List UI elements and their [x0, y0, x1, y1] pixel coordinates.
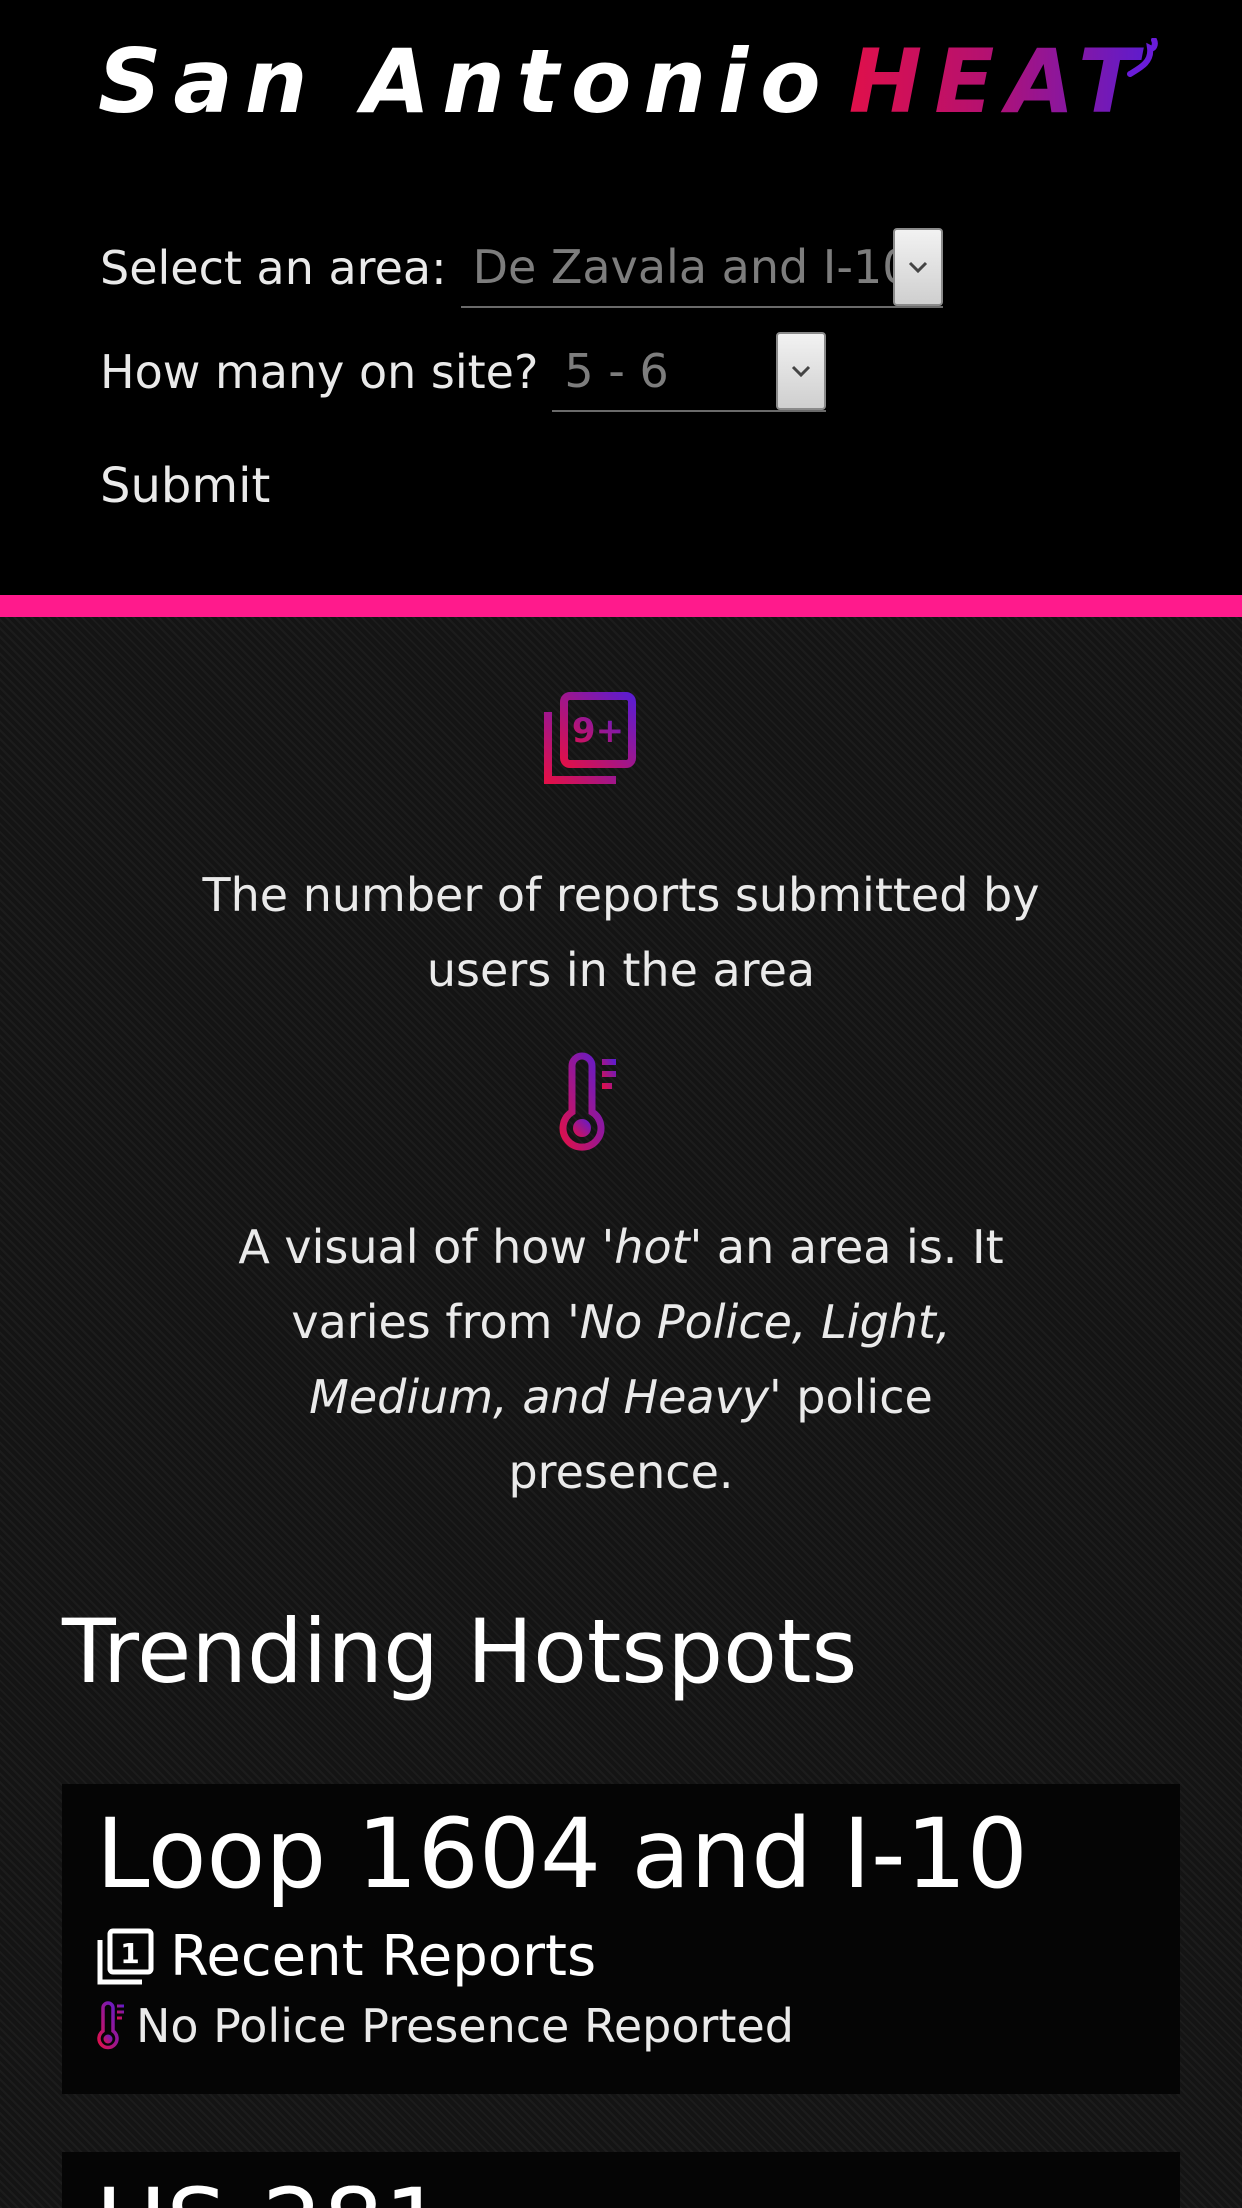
count-select-value: 5 - 6 [564, 344, 669, 398]
hotspot-reports: 1 Recent Reports [96, 1924, 1180, 1989]
hotspot-name: US-281 [96, 2166, 1180, 2208]
count-label: How many on site? [100, 345, 539, 399]
hotspot-status: No Police Presence Reported [96, 1999, 1180, 2053]
brand-city: San Antonio [98, 30, 833, 133]
thermometer-icon [559, 1052, 616, 1151]
area-row: Select an area: De Zavala and I-10 [100, 228, 943, 308]
brand-heat: HEAT [848, 30, 1151, 133]
heat-legend-text: A visual of how 'hot' an area is. It var… [200, 1210, 1042, 1510]
svg-text:9+: 9+ [572, 711, 624, 751]
hotspot-card[interactable]: Loop 1604 and I-10 1 Recent Reports No P… [62, 1784, 1180, 2094]
reports-count: 1 [120, 1937, 139, 1970]
hotspot-name: Loop 1604 and I-10 [96, 1798, 1028, 1910]
hotspot-card[interactable]: US-281 [62, 2152, 1180, 2208]
area-select[interactable]: De Zavala and I-10 [460, 228, 943, 308]
thermometer-icon [97, 2001, 124, 2050]
count-row: How many on site? 5 - 6 [100, 332, 827, 412]
app-header: San Antonio HEAT Select an area: De Zaval… [0, 0, 1242, 595]
reports-legend-text: The number of reports submitted by users… [202, 868, 1040, 997]
hotspot-status-text: No Police Presence Reported [136, 1999, 794, 2053]
heat-legend-part: A visual of how [238, 1220, 602, 1274]
heat-legend-hot: 'hot' [601, 1220, 703, 1274]
submit-button[interactable]: Submit [100, 458, 270, 514]
reports-9plus-icon: 9+ [544, 692, 636, 784]
accent-divider [0, 595, 1242, 617]
brand-logo: San Antonio HEAT [98, 30, 1158, 140]
reports-count-icon: 1 [97, 1928, 154, 1984]
chevron-down-icon[interactable] [892, 228, 943, 306]
flame-tail-icon [1127, 38, 1158, 77]
area-select-value: De Zavala and I-10 [472, 240, 912, 294]
trending-title: Trending Hotspots [62, 1600, 858, 1703]
hotspot-reports-label: Recent Reports [170, 1924, 597, 1989]
count-select[interactable]: 5 - 6 [552, 332, 827, 412]
area-label: Select an area: [100, 241, 447, 295]
chevron-down-icon[interactable] [776, 332, 827, 410]
